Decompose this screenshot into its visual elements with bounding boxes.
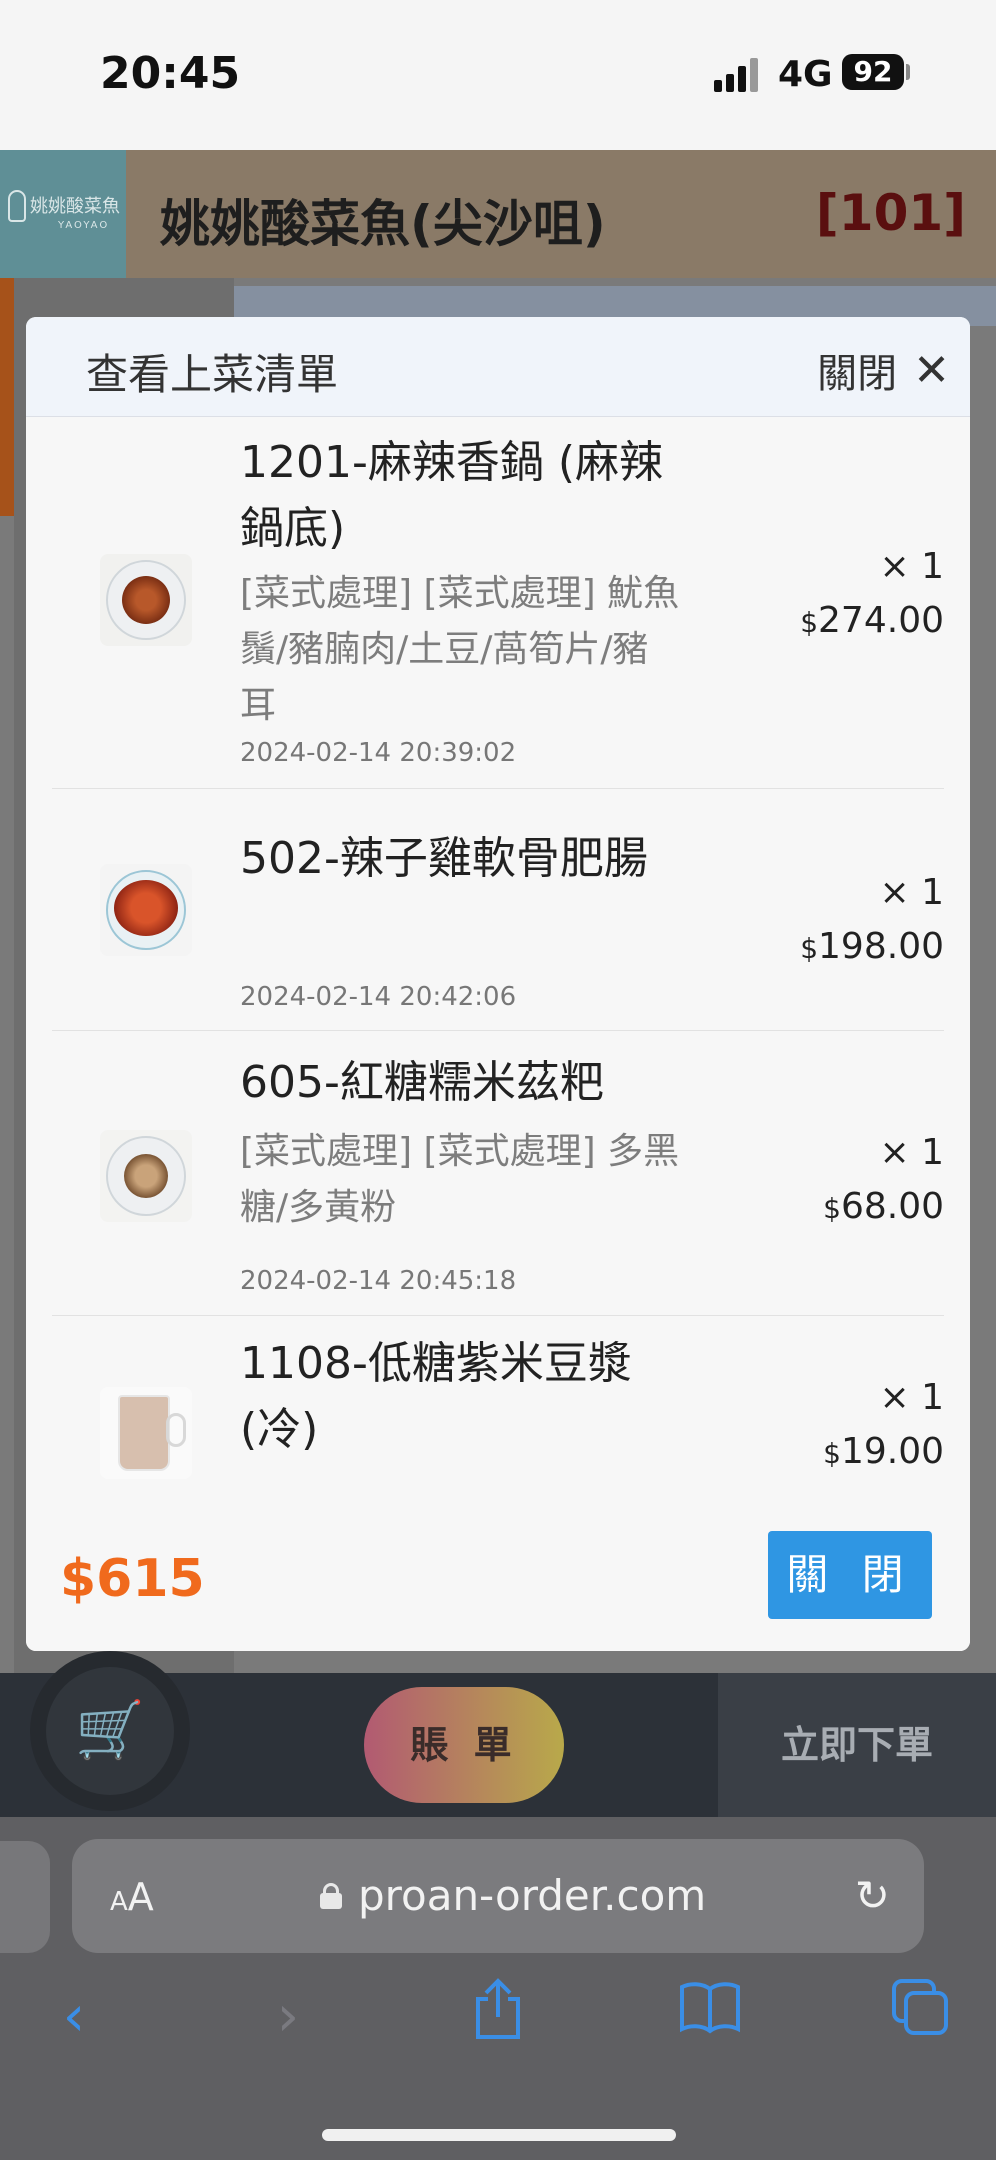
modal-title: 查看上菜清單 <box>86 350 339 399</box>
status-time: 20:45 <box>100 48 241 99</box>
served-item-list[interactable]: 1201-麻辣香鍋 (麻辣鍋底) [菜式處理] [菜式處理] 魷魚鬚/豬腩肉/土… <box>26 418 970 1501</box>
item-name: 502-辣子雞軟骨肥腸 <box>240 833 648 884</box>
logo-mark-icon <box>8 190 26 222</box>
item-time: 2024-02-14 20:42:06 <box>240 982 517 1012</box>
order-now-button[interactable]: 立即下單 <box>718 1673 996 1817</box>
browser-toolbar: AA proan-order.com ↻ ‹ › <box>0 1817 996 2160</box>
bill-button[interactable]: 賬 單 <box>364 1687 564 1803</box>
table-number: [101] <box>815 184 966 242</box>
item-quantity: × 1 <box>879 872 944 913</box>
item-time: 2024-02-14 20:39:02 <box>240 738 517 768</box>
reload-icon[interactable]: ↻ <box>855 1871 890 1920</box>
close-icon[interactable]: ✕ <box>913 345 950 396</box>
item-time: 2024-02-14 20:45:18 <box>240 1266 517 1296</box>
shop-name: 姚姚酸菜魚(尖沙咀) <box>160 195 606 253</box>
soy-milk-cup-image <box>100 1387 192 1479</box>
list-item: 605-紅糖糯米茲粑 [菜式處理] [菜式處理] 多黑糖/多黃粉 2024-02… <box>52 1032 944 1316</box>
battery-tip <box>906 64 910 80</box>
url-text[interactable]: proan-order.com <box>358 1871 706 1920</box>
address-bar[interactable]: AA proan-order.com ↻ <box>72 1839 924 1953</box>
spicy-pot-image <box>100 554 192 646</box>
list-item: 1108-低糖紫米豆漿(冷) × 1 $19.00 <box>52 1317 944 1501</box>
back-icon[interactable]: ‹ <box>34 1977 114 2057</box>
item-options: [菜式處理] [菜式處理] 多黑糖/多黃粉 <box>240 1131 680 1228</box>
share-icon[interactable] <box>458 1977 538 2057</box>
chili-chicken-image <box>100 864 192 956</box>
previous-tab-peek[interactable] <box>0 1841 50 1953</box>
lock-icon <box>320 1883 342 1909</box>
cart-icon[interactable]: 🛒 <box>46 1667 174 1795</box>
category-highlight <box>0 278 14 516</box>
logo-subtext: YAOYAO <box>58 220 110 231</box>
battery-icon: 92 <box>842 54 904 90</box>
tabs-icon[interactable] <box>880 1977 960 2057</box>
signal-icon <box>714 58 764 92</box>
order-total: $615 <box>60 1549 205 1609</box>
modal-footer: $615 關 閉 <box>26 1501 970 1651</box>
item-name: 1108-低糖紫米豆漿(冷) <box>240 1338 632 1455</box>
item-quantity: × 1 <box>879 1132 944 1173</box>
reader-settings-button[interactable]: AA <box>110 1875 154 1919</box>
brown-sugar-rice-cake-image <box>100 1130 192 1222</box>
item-name: 605-紅糖糯米茲粑 <box>240 1057 604 1108</box>
item-quantity: × 1 <box>879 1377 944 1418</box>
item-name: 1201-麻辣香鍋 (麻辣鍋底) <box>240 437 664 554</box>
logo-text: 姚姚酸菜魚 <box>30 196 120 217</box>
cart-button[interactable]: 🛒 <box>30 1651 190 1811</box>
network-type: 4G <box>778 54 833 95</box>
item-price: $198.00 <box>800 926 944 967</box>
modal-close-label: 關閉 <box>817 351 898 397</box>
close-button[interactable]: 關 閉 <box>768 1531 932 1619</box>
modal-close-link[interactable]: 關閉 ✕ <box>817 341 950 399</box>
home-indicator[interactable] <box>322 2129 676 2141</box>
served-list-modal: 查看上菜清單 關閉 ✕ 1201-麻辣香鍋 (麻辣鍋底) [菜式處理] [菜式處… <box>26 317 970 1651</box>
shop-header: 姚姚酸菜魚 YAOYAO 姚姚酸菜魚(尖沙咀) [101] <box>0 150 996 278</box>
item-options: [菜式處理] [菜式處理] 魷魚鬚/豬腩肉/土豆/萵筍片/豬耳 <box>240 573 680 726</box>
list-item: 1201-麻辣香鍋 (麻辣鍋底) [菜式處理] [菜式處理] 魷魚鬚/豬腩肉/土… <box>52 418 944 789</box>
forward-icon[interactable]: › <box>248 1977 328 2057</box>
item-price: $68.00 <box>823 1186 944 1227</box>
browser-nav: ‹ › <box>0 1977 996 2087</box>
item-price: $19.00 <box>823 1431 944 1472</box>
status-bar: 20:45 4G 92 <box>0 0 996 150</box>
list-item: 502-辣子雞軟骨肥腸 2024-02-14 20:42:06 × 1 $198… <box>52 790 944 1031</box>
shop-logo: 姚姚酸菜魚 YAOYAO <box>0 150 126 278</box>
bottom-action-bar: 🛒 賬 單 立即下單 <box>0 1651 996 1817</box>
item-price: $274.00 <box>800 600 944 641</box>
modal-header: 查看上菜清單 關閉 ✕ <box>26 317 970 417</box>
bookmarks-icon[interactable] <box>670 1977 750 2057</box>
item-quantity: × 1 <box>879 546 944 587</box>
